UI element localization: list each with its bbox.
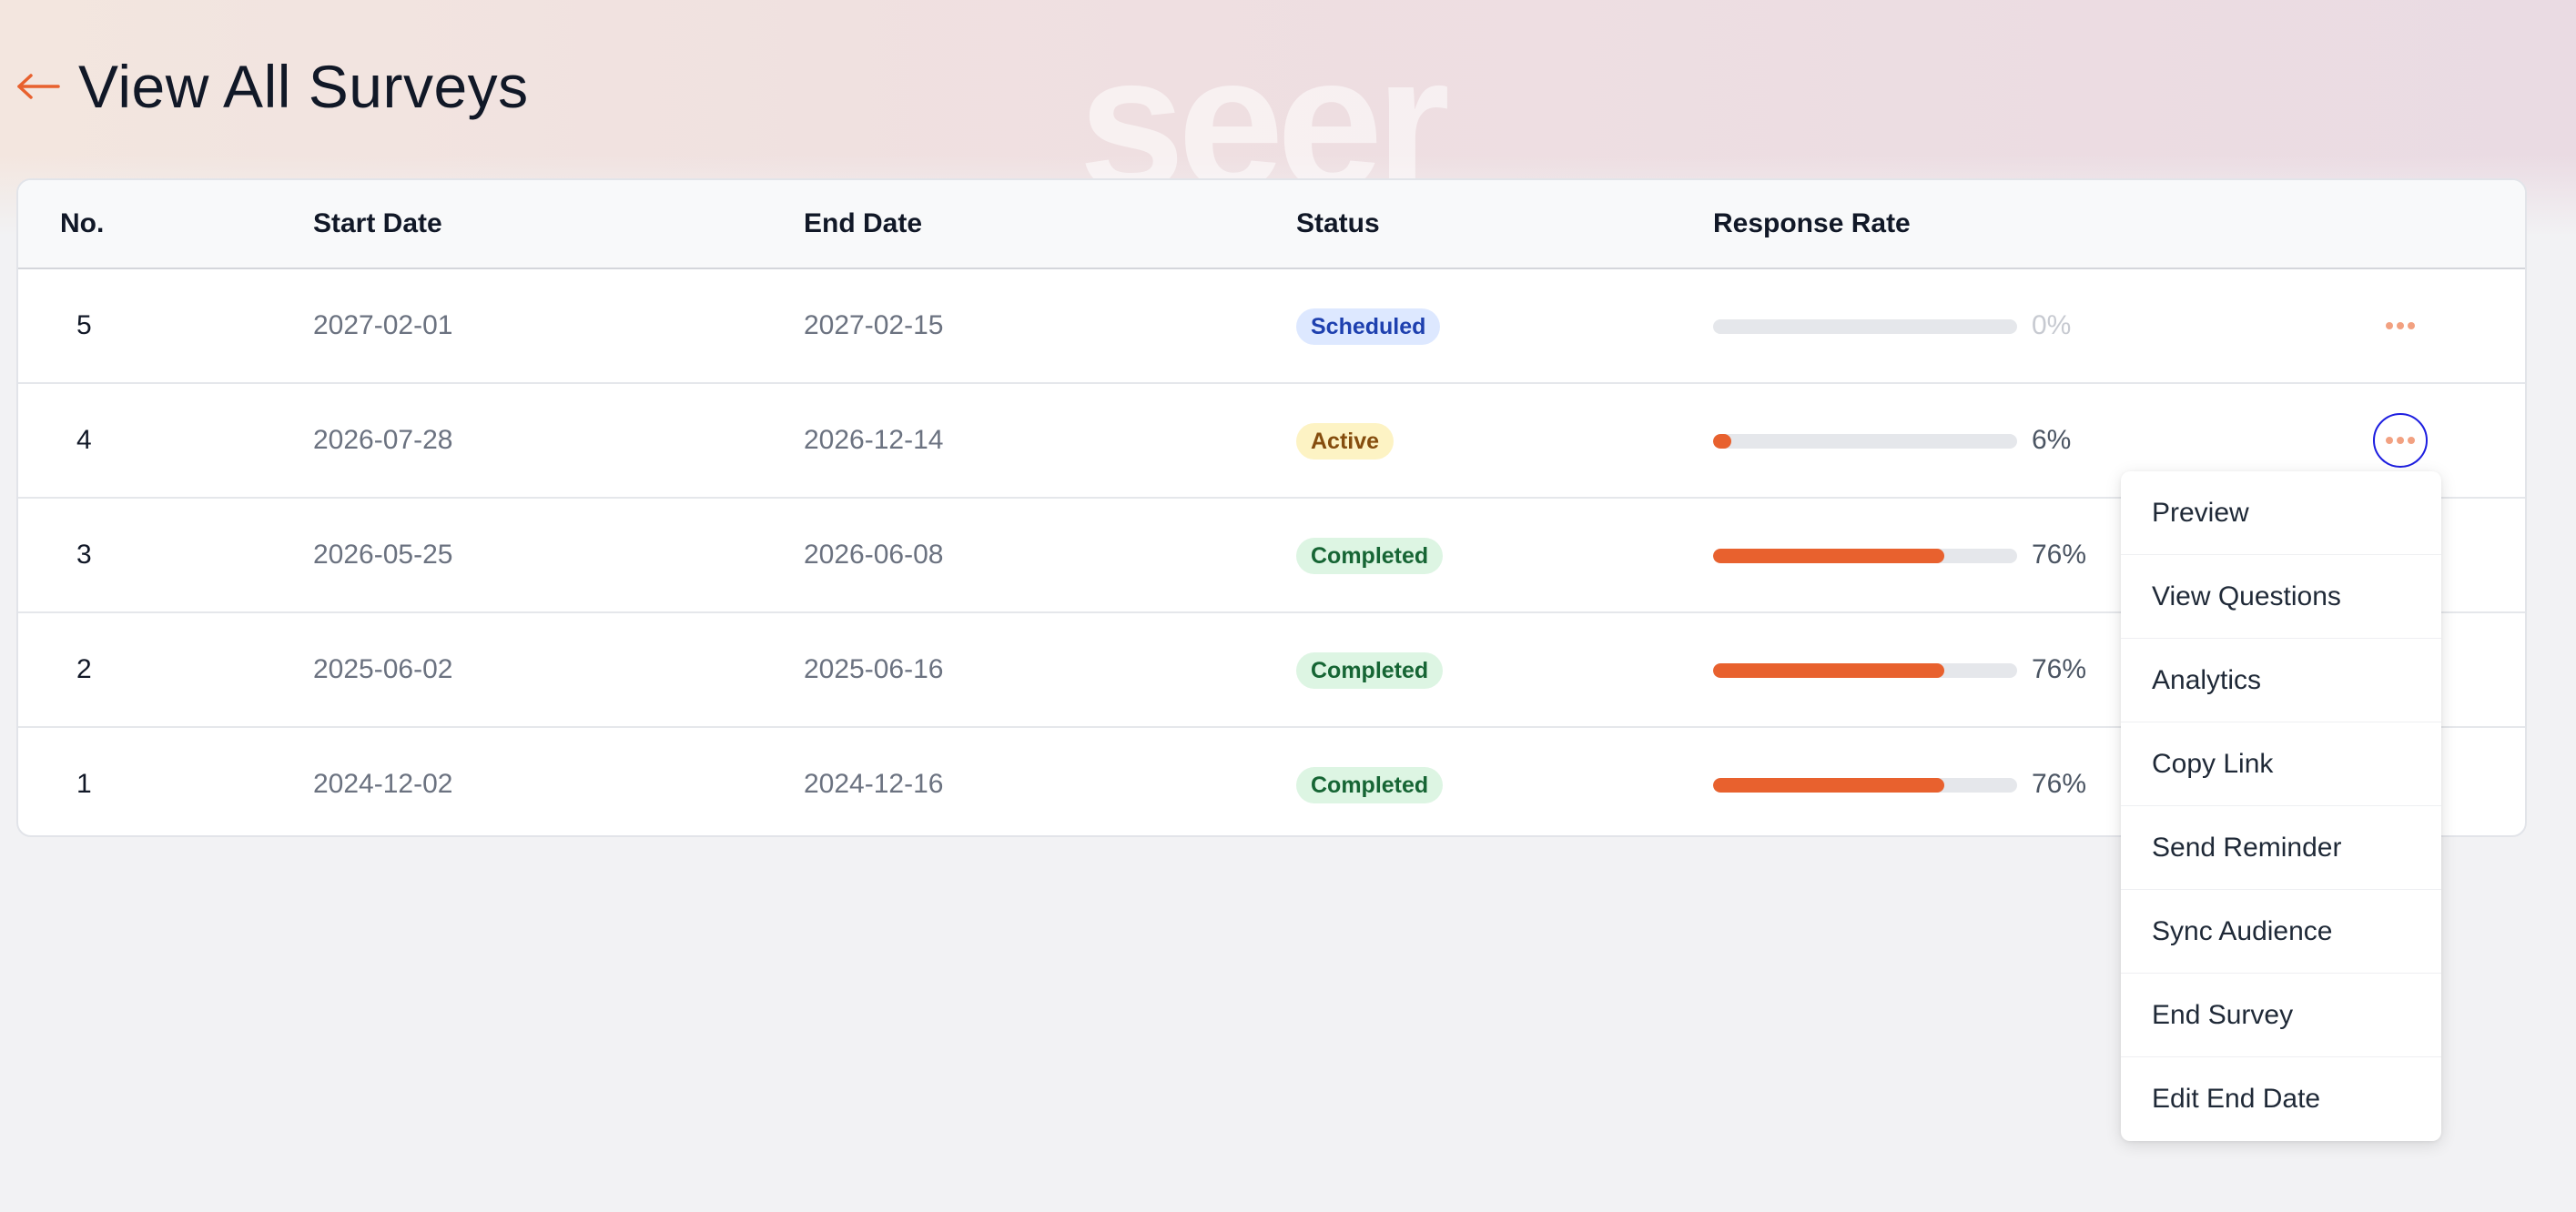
response-rate-fill — [1713, 434, 1732, 449]
menu-item-copy-link[interactable]: Copy Link — [2121, 722, 2441, 806]
survey-number: 1 — [76, 769, 92, 799]
start-date: 2027-02-01 — [313, 310, 453, 340]
menu-item-analytics[interactable]: Analytics — [2121, 639, 2441, 722]
table-header: No. Start Date End Date Status Response … — [18, 180, 2525, 269]
column-header-no: No. — [60, 208, 105, 238]
menu-item-preview[interactable]: Preview — [2121, 471, 2441, 555]
response-rate-label: 6% — [2032, 425, 2072, 455]
column-header-status: Status — [1296, 208, 1380, 238]
response-rate-bar — [1713, 663, 2017, 678]
response-rate-bar — [1713, 778, 2017, 793]
page-header: View All Surveys — [16, 45, 529, 127]
status-badge: Completed — [1296, 767, 1444, 803]
status-badge: Completed — [1296, 652, 1444, 689]
row-actions-menu: Preview View Questions Analytics Copy Link S… — [2121, 471, 2441, 1141]
response-rate-fill — [1713, 778, 1944, 793]
table-row: 5 2027-02-01 2027-02-15 Scheduled 0% — [18, 269, 2525, 384]
end-date: 2027-02-15 — [804, 310, 944, 340]
column-header-end-date: End Date — [804, 208, 923, 238]
menu-item-view-questions[interactable]: View Questions — [2121, 555, 2441, 639]
response-rate-fill — [1713, 663, 1944, 678]
survey-number: 3 — [76, 540, 92, 570]
survey-number: 4 — [76, 425, 92, 455]
start-date: 2026-07-28 — [313, 425, 453, 455]
status-badge: Scheduled — [1296, 308, 1441, 345]
page-title: View All Surveys — [78, 53, 529, 120]
more-actions-icon[interactable] — [2373, 413, 2428, 468]
end-date: 2025-06-16 — [804, 654, 944, 684]
column-header-response-rate: Response Rate — [1713, 208, 1911, 238]
response-rate-label: 76% — [2032, 540, 2087, 570]
response-rate-label: 0% — [2032, 310, 2072, 340]
end-date: 2024-12-16 — [804, 769, 944, 799]
status-badge: Completed — [1296, 538, 1444, 574]
start-date: 2024-12-02 — [313, 769, 453, 799]
column-header-start-date: Start Date — [313, 208, 442, 238]
end-date: 2026-12-14 — [804, 425, 944, 455]
start-date: 2026-05-25 — [313, 540, 453, 570]
response-rate-bar — [1713, 434, 2017, 449]
response-rate-bar — [1713, 319, 2017, 334]
start-date: 2025-06-02 — [313, 654, 453, 684]
response-rate-bar — [1713, 549, 2017, 563]
menu-item-send-reminder[interactable]: Send Reminder — [2121, 806, 2441, 890]
response-rate-fill — [1713, 549, 1944, 563]
more-actions-icon[interactable] — [2373, 298, 2428, 353]
end-date: 2026-06-08 — [804, 540, 944, 570]
status-badge: Active — [1296, 423, 1394, 460]
menu-item-sync-audience[interactable]: Sync Audience — [2121, 890, 2441, 974]
menu-item-edit-end-date[interactable]: Edit End Date — [2121, 1057, 2441, 1141]
survey-number: 5 — [76, 310, 92, 340]
survey-number: 2 — [76, 654, 92, 684]
response-rate-label: 76% — [2032, 769, 2087, 799]
response-rate-label: 76% — [2032, 654, 2087, 684]
arrow-left-icon[interactable] — [16, 68, 62, 105]
menu-item-end-survey[interactable]: End Survey — [2121, 974, 2441, 1057]
